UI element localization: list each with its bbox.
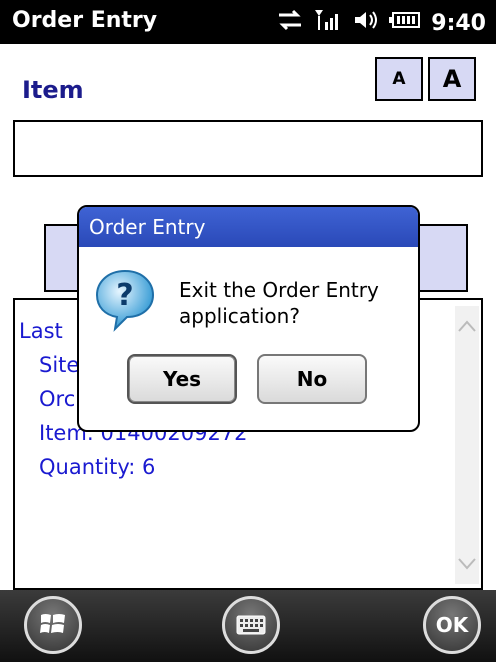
status-bar: Order Entry 9:40 — [0, 0, 496, 44]
dialog-title: Order Entry — [79, 207, 418, 247]
font-smaller-button[interactable]: A — [375, 57, 423, 101]
dialog-message-line1: Exit the Order Entry — [179, 278, 379, 302]
status-icons: 9:40 — [277, 8, 486, 38]
scroll-down-icon[interactable] — [455, 544, 479, 584]
volume-icon — [353, 9, 379, 37]
ok-button[interactable]: OK — [423, 596, 481, 654]
dialog-message: Exit the Order Entry application? — [179, 277, 418, 329]
svg-text:?: ? — [116, 278, 133, 313]
list-line: Quantity: 6 — [39, 455, 156, 479]
item-label: Item — [22, 76, 84, 104]
keyboard-icon[interactable] — [222, 596, 280, 654]
question-icon: ? — [93, 267, 157, 337]
sync-icon — [277, 9, 303, 37]
font-larger-button[interactable]: A — [428, 57, 476, 101]
scroll-up-icon[interactable] — [455, 306, 479, 346]
battery-icon — [389, 10, 421, 36]
exit-dialog: Order Entry ? Exit the Order Entry appli… — [77, 205, 420, 432]
bottom-bar: OK — [0, 590, 496, 662]
clock: 9:40 — [431, 10, 486, 36]
signal-icon — [313, 8, 343, 38]
start-icon[interactable] — [24, 596, 82, 654]
scrollbar[interactable] — [455, 306, 479, 584]
item-input[interactable] — [13, 120, 483, 177]
dialog-message-line2: application? — [179, 304, 300, 328]
no-button[interactable]: No — [257, 354, 367, 404]
yes-button[interactable]: Yes — [127, 354, 237, 404]
app-title: Order Entry — [12, 8, 158, 33]
